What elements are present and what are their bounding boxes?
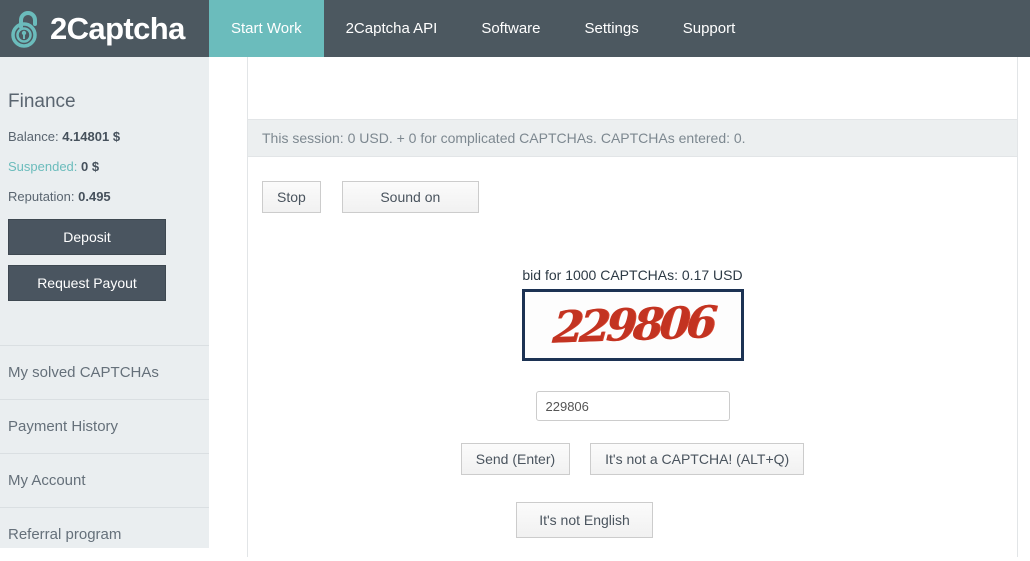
request-payout-button[interactable]: Request Payout [8,265,166,301]
captcha-answer-input[interactable] [535,391,730,421]
sidebar-item-referral-program[interactable]: Referral program [0,507,209,561]
main-content: This session: 0 USD. + 0 for complicated… [247,57,1018,557]
not-a-captcha-button[interactable]: It's not a CAPTCHA! (ALT+Q) [590,443,805,475]
bid-text: bid for 1000 CAPTCHAs: 0.17 USD [522,267,743,283]
finance-title: Finance [8,91,76,112]
send-button[interactable]: Send (Enter) [460,443,571,475]
sidebar: Finance Balance: 4.14801 $ Suspended: 0 … [0,57,209,548]
nav-item-start-work[interactable]: Start Work [209,0,324,57]
nav-item-settings[interactable]: Settings [563,0,661,57]
suspended-row: Suspended: 0 $ [8,159,201,174]
sound-toggle-button[interactable]: Sound on [341,181,479,213]
nav-item-2captcha-api[interactable]: 2Captcha API [324,0,460,57]
work-controls: Stop Sound on [248,157,1017,213]
balance-row: Balance: 4.14801 $ [8,129,201,144]
open-padlock-icon [10,9,44,49]
reputation-value: 0.495 [78,189,111,204]
suspended-value: 0 $ [81,159,100,174]
suspended-label: Suspended: [8,159,78,174]
nav-item-support[interactable]: Support [661,0,758,57]
logo-text: 2Captcha [50,10,185,46]
answer-actions: Send (Enter) It's not a CAPTCHA! (ALT+Q) [460,443,805,475]
balance-label: Balance: [8,129,59,144]
reputation-row: Reputation: 0.495 [8,189,201,204]
logo[interactable]: 2Captcha [0,0,209,57]
balance-value: 4.14801 $ [62,129,121,144]
nav-item-software[interactable]: Software [459,0,562,57]
not-english-button[interactable]: It's not English [516,502,653,538]
captcha-image-text: 229806 [550,296,715,354]
sidebar-item-my-solved-captchas[interactable]: My solved CAPTCHAs [0,345,209,399]
top-header: 2Captcha Start Work 2Captcha API Softwar… [0,0,1030,57]
captcha-area: bid for 1000 CAPTCHAs: 0.17 USD 229806 S… [248,267,1017,538]
sidebar-item-payment-history[interactable]: Payment History [0,399,209,453]
sidebar-item-my-account[interactable]: My Account [0,453,209,507]
sidebar-menu: My solved CAPTCHAs Payment History My Ac… [0,345,209,561]
session-status-bar: This session: 0 USD. + 0 for complicated… [248,119,1017,157]
not-english-row: It's not English [516,502,749,538]
session-status-text: This session: 0 USD. + 0 for complicated… [262,130,746,146]
main-nav: Start Work 2Captcha API Software Setting… [209,0,757,57]
reputation-label: Reputation: [8,189,75,204]
finance-block: Finance Balance: 4.14801 $ Suspended: 0 … [0,57,209,301]
stop-button[interactable]: Stop [262,181,321,213]
deposit-button[interactable]: Deposit [8,219,166,255]
captcha-image: 229806 [521,289,744,361]
